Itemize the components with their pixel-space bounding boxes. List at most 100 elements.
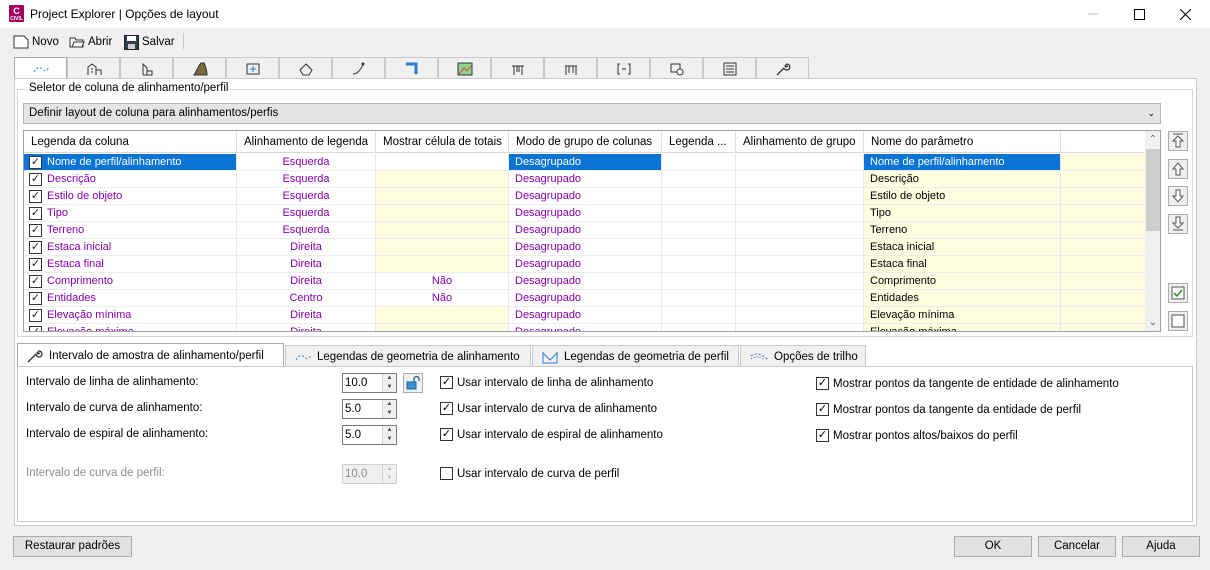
scroll-down-icon[interactable]: ⌄	[1145, 314, 1160, 331]
tab-settings[interactable]	[756, 57, 809, 79]
cell-parameter-name[interactable]: Terreno	[864, 222, 1061, 239]
line-interval-spinner[interactable]: 10.0 ▲ ▼	[342, 373, 397, 393]
unlock-button[interactable]	[403, 373, 423, 393]
cell-parameter-name[interactable]: Estilo de objeto	[864, 188, 1061, 205]
table-row[interactable]: ✓ Estaca final Direita Desagrupado Estaca fi…	[24, 256, 1145, 273]
move-down-button[interactable]	[1168, 186, 1188, 206]
maximize-button[interactable]	[1116, 0, 1162, 28]
help-button[interactable]: Ajuda	[1122, 536, 1200, 557]
cell-show-totals[interactable]: Não	[376, 290, 509, 307]
spin-up-icon[interactable]: ▲	[383, 426, 396, 435]
checkbox-checked-icon[interactable]: ✓	[29, 156, 42, 169]
tab-surface[interactable]	[226, 57, 279, 79]
cell-show-totals[interactable]: Não	[376, 273, 509, 290]
cell-legend[interactable]: ✓ Nome de perfil/alinhamento	[24, 154, 237, 171]
restore-defaults-button[interactable]: Restaurar padrões	[13, 536, 132, 557]
cell-group-alignment[interactable]	[736, 307, 864, 324]
cell-group-alignment[interactable]	[736, 239, 864, 256]
column-grid[interactable]: Legenda da coluna Alinhamento de legenda…	[23, 130, 1161, 332]
table-row[interactable]: ✓ Tipo Esquerda Desagrupado Tipo	[24, 205, 1145, 222]
layout-combo[interactable]: Definir layout de coluna para alinhament…	[23, 103, 1161, 124]
cell-show-totals[interactable]	[376, 188, 509, 205]
cell-group-alignment[interactable]	[736, 171, 864, 188]
new-button[interactable]: Novo	[13, 33, 59, 51]
cell-group-legend[interactable]	[662, 239, 736, 256]
cell-show-totals[interactable]	[376, 239, 509, 256]
tab-image[interactable]	[438, 57, 491, 79]
cell-show-totals[interactable]	[376, 205, 509, 222]
curve-interval-spinner[interactable]: 5.0 ▲ ▼	[342, 399, 397, 419]
cell-group-legend[interactable]	[662, 171, 736, 188]
tab-road[interactable]	[173, 57, 226, 79]
tab-view[interactable]	[650, 57, 703, 79]
cell-legend[interactable]: ✓ Descrição	[24, 171, 237, 188]
close-button[interactable]	[1162, 0, 1208, 28]
header-group-mode[interactable]: Modo de grupo de colunas	[509, 131, 662, 153]
cell-legend-alignment[interactable]: Direita	[237, 256, 376, 273]
cell-group-legend[interactable]	[662, 324, 736, 331]
save-button[interactable]: Salvar	[124, 33, 175, 51]
cell-legend[interactable]: ✓ Estaca inicial	[24, 239, 237, 256]
cell-legend[interactable]: ✓ Estaca final	[24, 256, 237, 273]
cell-legend[interactable]: ✓ Entidades	[24, 290, 237, 307]
cell-parameter-name[interactable]: Tipo	[864, 205, 1061, 222]
scroll-thumb[interactable]	[1146, 149, 1160, 231]
tab-bracket[interactable]	[597, 57, 650, 79]
cell-group-alignment[interactable]	[736, 290, 864, 307]
cell-show-totals[interactable]	[376, 171, 509, 188]
cell-group-mode[interactable]: Desagrupado	[509, 290, 662, 307]
cell-parameter-name[interactable]: Comprimento	[864, 273, 1061, 290]
header-legend-alignment[interactable]: Alinhamento de legenda	[237, 131, 376, 153]
cell-group-alignment[interactable]	[736, 205, 864, 222]
checkbox-checked-icon[interactable]: ✓	[29, 190, 42, 203]
tab-site[interactable]	[279, 57, 332, 79]
cell-parameter-name[interactable]: Entidades	[864, 290, 1061, 307]
cell-legend-alignment[interactable]: Direita	[237, 307, 376, 324]
cell-group-legend[interactable]	[662, 256, 736, 273]
cell-legend-alignment[interactable]: Centro	[237, 290, 376, 307]
minimize-button[interactable]	[1070, 0, 1116, 28]
cell-group-legend[interactable]	[662, 290, 736, 307]
show-alignment-tangent-checkbox[interactable]: ✓ Mostrar pontos da tangente de entidade…	[816, 377, 1119, 390]
cell-group-legend[interactable]	[662, 273, 736, 290]
cell-group-mode[interactable]: Desagrupado	[509, 222, 662, 239]
cell-show-totals[interactable]	[376, 324, 509, 331]
use-spiral-interval-checkbox[interactable]: ✓ Usar intervalo de espiral de alinhamen…	[440, 428, 663, 441]
use-curve-interval-checkbox[interactable]: ✓ Usar intervalo de curva de alinhamento	[440, 402, 657, 415]
cell-group-mode[interactable]: Desagrupado	[509, 307, 662, 324]
cell-parameter-name[interactable]: Elevação mínima	[864, 307, 1061, 324]
cell-group-alignment[interactable]	[736, 154, 864, 171]
cell-group-legend[interactable]	[662, 222, 736, 239]
checkbox-checked-icon[interactable]: ✓	[29, 207, 42, 220]
tab-profile-geometry-legends[interactable]: Legendas de geometria de perfil	[532, 345, 739, 367]
spin-down-icon[interactable]: ▼	[383, 435, 396, 444]
cell-parameter-name[interactable]: Nome de perfil/alinhamento	[864, 154, 1061, 171]
table-row[interactable]: ✓ Elevação mínima Direita Desagrupado Elevaç…	[24, 307, 1145, 324]
cell-legend-alignment[interactable]: Esquerda	[237, 188, 376, 205]
tab-section[interactable]	[385, 57, 438, 79]
cell-group-mode[interactable]: Desagrupado	[509, 205, 662, 222]
checkbox-checked-icon[interactable]: ✓	[29, 224, 42, 237]
spiral-interval-spinner[interactable]: 5.0 ▲ ▼	[342, 425, 397, 445]
checkbox-checked-icon[interactable]: ✓	[29, 309, 42, 322]
cell-group-mode[interactable]: Desagrupado	[509, 273, 662, 290]
cell-parameter-name[interactable]: Estaca final	[864, 256, 1061, 273]
cell-legend[interactable]: ✓ Estilo de objeto	[24, 188, 237, 205]
grid-scrollbar[interactable]: ⌃ ⌄	[1145, 131, 1160, 331]
show-profile-tangent-checkbox[interactable]: ✓ Mostrar pontos da tangente da entidade…	[816, 403, 1081, 416]
ok-button[interactable]: OK	[954, 536, 1032, 557]
tab-pipe[interactable]	[544, 57, 597, 79]
table-row[interactable]: ✓ Elevação máxima Direita Desagrupado Elevaç…	[24, 324, 1145, 331]
cell-show-totals[interactable]	[376, 256, 509, 273]
move-top-button[interactable]	[1168, 131, 1188, 151]
open-button[interactable]: Abrir	[69, 33, 112, 51]
tab-structure[interactable]	[491, 57, 544, 79]
cell-group-mode[interactable]: Desagrupado	[509, 188, 662, 205]
move-up-button[interactable]	[1168, 159, 1188, 179]
uncheck-all-button[interactable]	[1168, 311, 1188, 331]
cell-group-mode[interactable]: Desagrupado	[509, 154, 662, 171]
tab-rail-options[interactable]: Opções de trilho	[740, 345, 866, 367]
cell-group-legend[interactable]	[662, 188, 736, 205]
tab-alignment[interactable]	[14, 57, 67, 80]
cell-group-alignment[interactable]	[736, 222, 864, 239]
